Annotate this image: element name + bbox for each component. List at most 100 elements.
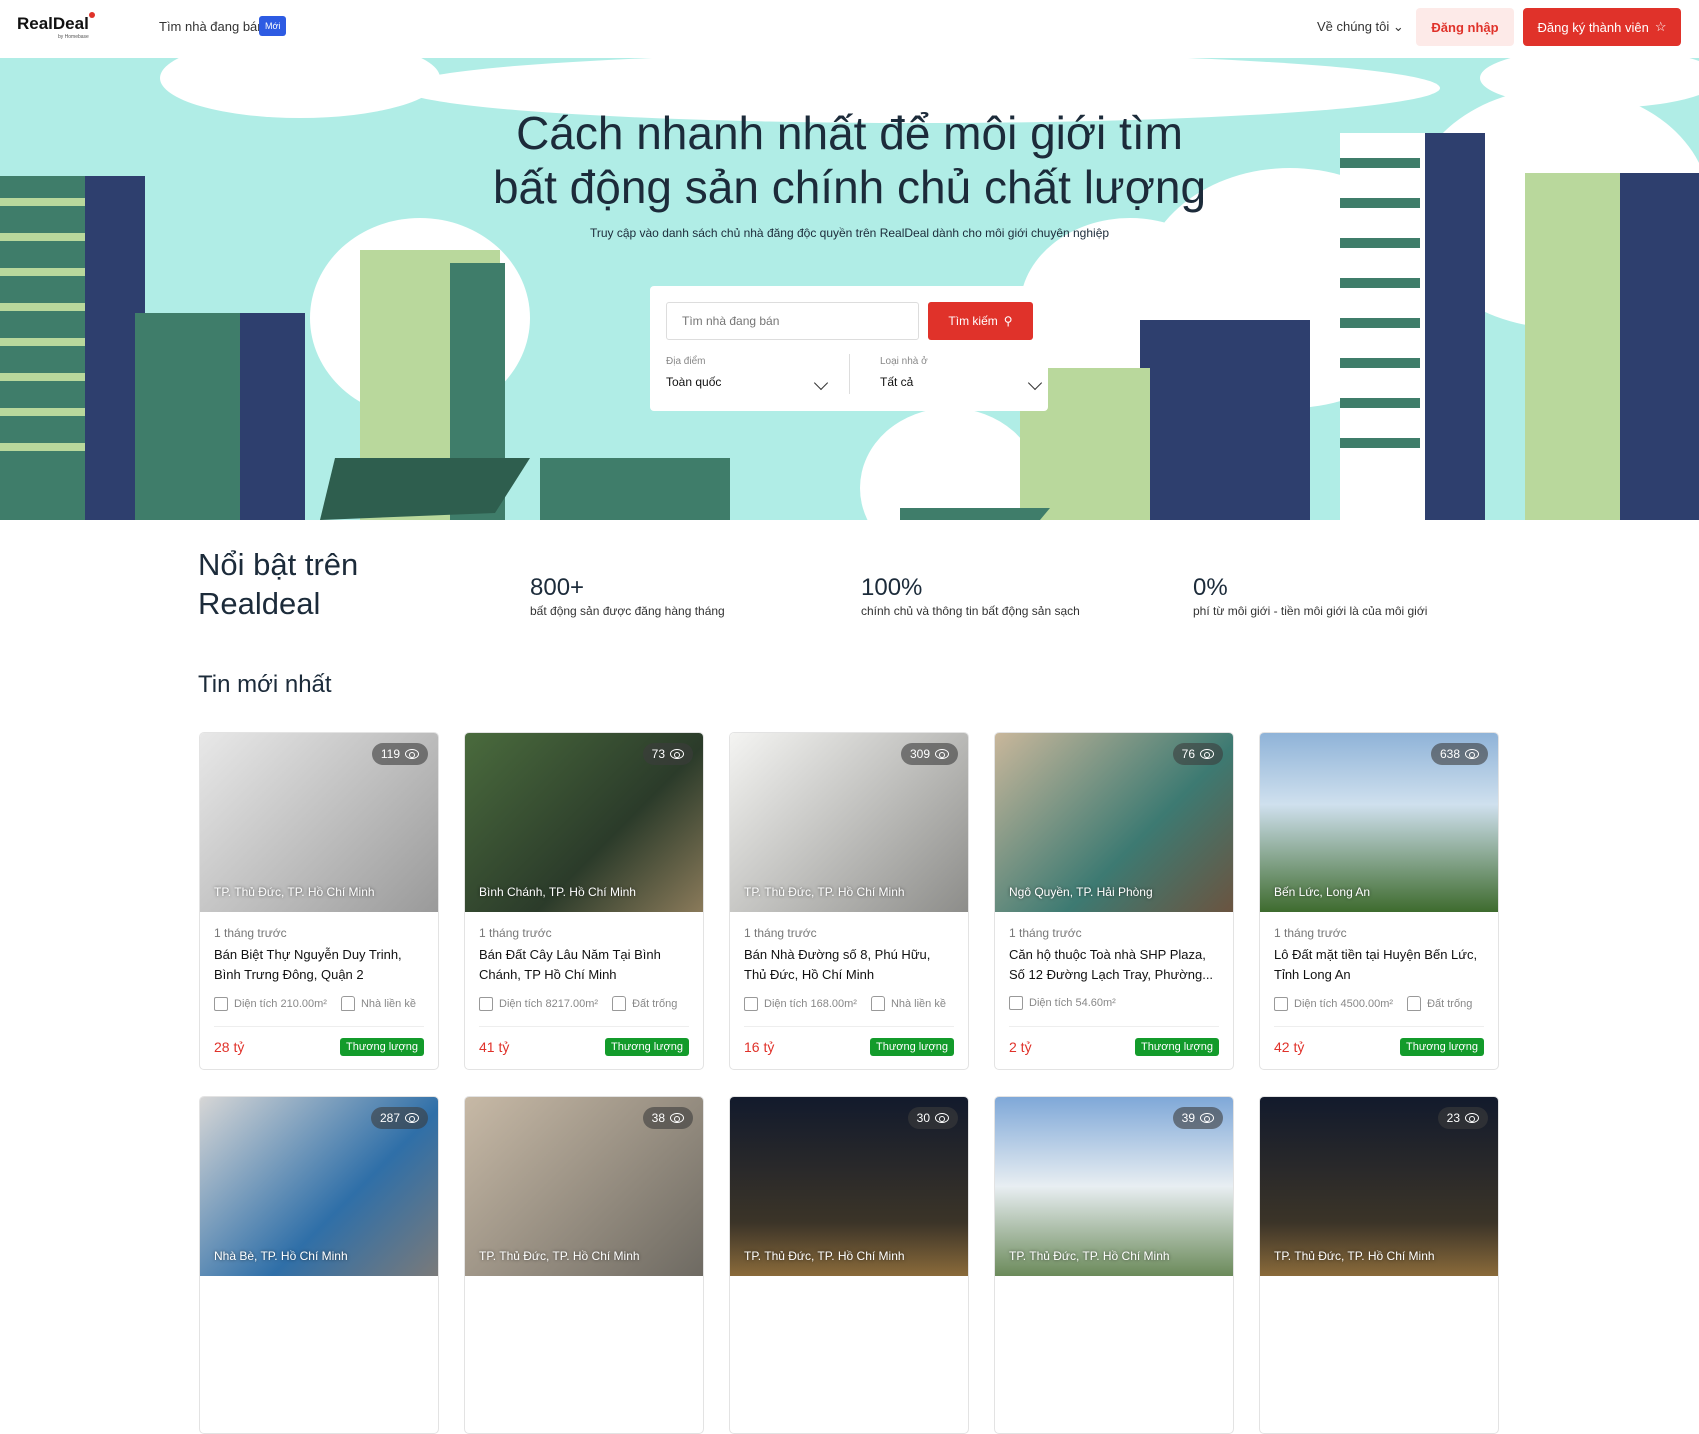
location-select[interactable]: Địa điểm Toàn quốc	[666, 356, 829, 391]
view-count: 119	[371, 743, 428, 765]
view-count: 39	[1172, 1107, 1223, 1129]
view-count: 287	[370, 1107, 428, 1129]
stat-item: 800+ bất động sản được đăng hàng tháng	[530, 574, 725, 618]
house-icon	[870, 996, 885, 1011]
listing-photo[interactable]: 119 TP. Thủ Đức, TP. Hồ Chí Minh	[200, 733, 438, 912]
listing-title[interactable]: Lô Đất mặt tiền tại Huyện Bến Lức, Tỉnh …	[1274, 945, 1486, 985]
view-count-value: 30	[916, 1111, 930, 1125]
listing-title[interactable]: Bán Nhà Đường số 8, Phú Hữu, Thủ Đức, Hồ…	[744, 945, 956, 985]
stat-number: 0%	[1193, 574, 1228, 601]
area-feature: Diện tích 210.00m²	[214, 996, 327, 1011]
listing-photo[interactable]: 30 TP. Thủ Đức, TP. Hồ Chí Minh	[730, 1097, 968, 1276]
view-count: 38	[642, 1107, 693, 1129]
type-select[interactable]: Loại nhà ở Tất cả	[880, 356, 1043, 391]
house-icon	[340, 996, 355, 1011]
nav-find-homes[interactable]: Tìm nhà đang bán	[159, 19, 265, 34]
listing-photo[interactable]: 23 TP. Thủ Đức, TP. Hồ Chí Minh	[1260, 1097, 1498, 1276]
listing-card[interactable]: 39 TP. Thủ Đức, TP. Hồ Chí Minh	[994, 1096, 1234, 1434]
hero-title-line-1: Cách nhanh nhất để môi giới tìm	[516, 107, 1183, 159]
search-button[interactable]: Tìm kiếm ⚲	[928, 302, 1033, 340]
listing-card[interactable]: 287 Nhà Bè, TP. Hồ Chí Minh	[199, 1096, 439, 1434]
area-value: Diện tích 4500.00m²	[1294, 997, 1394, 1010]
realdeal-logo[interactable]: RealDeal by Homebase	[17, 12, 95, 40]
listing-photo[interactable]: 39 TP. Thủ Đức, TP. Hồ Chí Minh	[995, 1097, 1233, 1276]
divider	[214, 1026, 424, 1027]
listing-location: TP. Thủ Đức, TP. Hồ Chí Minh	[1274, 1249, 1435, 1263]
view-count-value: 39	[1181, 1111, 1195, 1125]
listing-card[interactable]: 23 TP. Thủ Đức, TP. Hồ Chí Minh	[1259, 1096, 1499, 1434]
type-label: Loại nhà ở	[880, 356, 928, 367]
listing-title[interactable]: Căn hộ thuộc Toà nhà SHP Plaza, Số 12 Đư…	[1009, 945, 1221, 985]
hero-title: Cách nhanh nhất để môi giới tìm bất động …	[0, 106, 1699, 214]
divider	[1009, 1026, 1219, 1027]
search-input[interactable]	[666, 302, 919, 340]
listing-photo[interactable]: 38 TP. Thủ Đức, TP. Hồ Chí Minh	[465, 1097, 703, 1276]
listing-card[interactable]: 30 TP. Thủ Đức, TP. Hồ Chí Minh	[729, 1096, 969, 1434]
listing-features: Diện tích 8217.00m² Đất trống	[479, 996, 677, 1011]
eye-icon	[935, 749, 949, 759]
divider	[1274, 1026, 1484, 1027]
listing-title[interactable]: Bán Đất Cây Lâu Năm Tại Bình Chánh, TP H…	[479, 945, 691, 985]
stat-desc: phí từ môi giới - tiền môi giới là của m…	[1193, 604, 1428, 618]
listing-card[interactable]: 73 Bình Chánh, TP. Hồ Chí Minh 1 tháng trư…	[464, 732, 704, 1070]
star-icon: ☆	[1654, 19, 1667, 34]
listing-photo[interactable]: 638 Bến Lức, Long An	[1260, 733, 1498, 912]
type-feature: Đất trống	[1407, 996, 1472, 1011]
login-button[interactable]: Đăng nhập	[1416, 8, 1514, 46]
eye-icon	[670, 749, 684, 759]
eye-icon	[405, 1113, 419, 1123]
divider	[849, 354, 850, 394]
hero-subtitle: Truy cập vào danh sách chủ nhà đăng độc …	[589, 226, 1110, 240]
view-count: 73	[642, 743, 693, 765]
new-badge: Mới	[259, 16, 287, 36]
listing-card[interactable]: 119 TP. Thủ Đức, TP. Hồ Chí Minh 1 tháng t…	[199, 732, 439, 1070]
register-label: Đăng ký thành viên	[1537, 19, 1649, 35]
listing-photo[interactable]: 76 Ngô Quyền, TP. Hải Phòng	[995, 733, 1233, 912]
listing-features: Diện tích 54.60m²	[1009, 996, 1116, 1010]
negotiable-badge: Thương lượng	[340, 1038, 424, 1056]
stat-number: 100%	[861, 574, 923, 601]
area-value: Diện tích 54.60m²	[1029, 997, 1116, 1009]
listing-card[interactable]: 38 TP. Thủ Đức, TP. Hồ Chí Minh	[464, 1096, 704, 1434]
view-count-value: 73	[651, 747, 665, 761]
view-count-value: 638	[1439, 747, 1460, 761]
latest-title: Tin mới nhất	[198, 671, 332, 698]
view-count-value: 287	[379, 1111, 400, 1125]
listing-time: 1 tháng trước	[744, 926, 817, 940]
area-value: Diện tích 210.00m²	[234, 997, 327, 1010]
listing-card[interactable]: 76 Ngô Quyền, TP. Hải Phòng 1 tháng trước C…	[994, 732, 1234, 1070]
negotiable-badge: Thương lượng	[605, 1038, 689, 1056]
featured-title-line-2: Realdeal	[198, 586, 321, 621]
listing-time: 1 tháng trước	[479, 926, 552, 940]
area-feature: Diện tích 54.60m²	[1009, 996, 1116, 1010]
featured-title-line-1: Nổi bật trên	[198, 547, 359, 582]
location-value: Toàn quốc	[666, 375, 722, 389]
listing-photo[interactable]: 309 TP. Thủ Đức, TP. Hồ Chí Minh	[730, 733, 968, 912]
about-menu[interactable]: Về chúng tôi ⌄	[1317, 19, 1404, 35]
view-count-value: 119	[380, 747, 400, 761]
area-value: Diện tích 168.00m²	[764, 997, 857, 1010]
divider	[479, 1026, 689, 1027]
header: RealDeal by Homebase Tìm nhà đang bán Mới…	[0, 0, 1699, 58]
stat-desc: chính chủ và thông tin bất động sản sạch	[861, 604, 1080, 618]
view-count: 30	[907, 1107, 958, 1129]
listing-location: TP. Thủ Đức, TP. Hồ Chí Minh	[744, 1249, 905, 1263]
listing-price: 42 tỷ	[1274, 1039, 1305, 1055]
negotiable-badge: Thương lượng	[1135, 1038, 1219, 1056]
area-icon	[1274, 996, 1288, 1011]
hero-title-line-2: bất động sản chính chủ chất lượng	[492, 161, 1207, 213]
listing-price: 41 tỷ	[479, 1039, 510, 1055]
listing-title[interactable]: Bán Biệt Thự Nguyễn Duy Trinh, Bình Trưn…	[214, 945, 426, 985]
logo-text: RealDeal	[17, 14, 89, 33]
listing-photo[interactable]: 287 Nhà Bè, TP. Hồ Chí Minh	[200, 1097, 438, 1276]
listing-card[interactable]: 309 TP. Thủ Đức, TP. Hồ Chí Minh 1 tháng t…	[729, 732, 969, 1070]
listing-photo[interactable]: 73 Bình Chánh, TP. Hồ Chí Minh	[465, 733, 703, 912]
view-count: 309	[900, 743, 958, 765]
listing-time: 1 tháng trước	[1009, 926, 1082, 940]
listing-card[interactable]: 638 Bến Lức, Long An 1 tháng trước Lô Đất m…	[1259, 732, 1499, 1070]
view-count-value: 76	[1181, 747, 1195, 761]
register-button[interactable]: Đăng ký thành viên ☆	[1523, 8, 1681, 46]
about-label: Về chúng tôi	[1317, 19, 1390, 34]
listing-price: 2 tỷ	[1009, 1039, 1032, 1055]
area-icon	[214, 996, 228, 1011]
